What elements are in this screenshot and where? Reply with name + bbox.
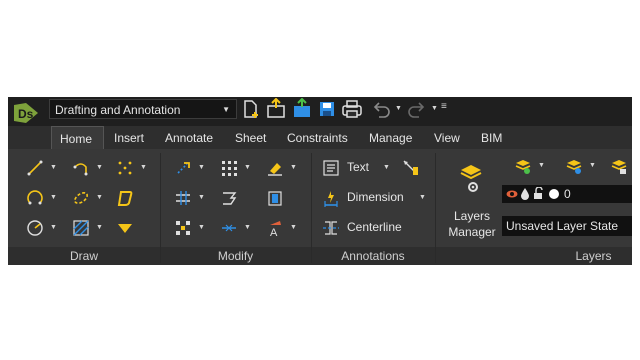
join-icon[interactable] (220, 219, 238, 237)
fillet-icon[interactable] (220, 189, 238, 207)
tab-annotate[interactable]: Annotate (165, 126, 213, 149)
tab-insert[interactable]: Insert (114, 126, 144, 149)
tab-home[interactable]: Home (51, 126, 104, 149)
layer-thaw-icon[interactable] (520, 187, 530, 200)
match-properties-icon[interactable]: A (266, 219, 284, 237)
explode-dropdown-icon[interactable]: ▼ (198, 224, 206, 232)
arc-dropdown-icon[interactable]: ▼ (50, 194, 58, 202)
layer-unlock-icon[interactable] (533, 187, 545, 200)
centerline-button-label[interactable]: Centerline (347, 220, 402, 234)
svg-text:A: A (270, 227, 278, 237)
layers-manager-label-line1[interactable]: Layers (452, 209, 492, 223)
layers-manager-icon[interactable] (459, 163, 483, 195)
hatch-icon[interactable] (72, 219, 90, 237)
tab-manage[interactable]: Manage (369, 126, 412, 149)
svg-text:Ds: Ds (18, 107, 34, 121)
undo-dropdown-icon[interactable]: ▼ (395, 105, 403, 113)
save-icon[interactable] (316, 98, 338, 120)
layer-color-icon (549, 189, 559, 199)
panel-label-annotations: Annotations (341, 249, 405, 263)
print-icon[interactable] (340, 98, 364, 120)
move-icon[interactable] (174, 159, 192, 177)
layer-previous-dropdown-icon[interactable]: ▼ (538, 162, 546, 170)
panel-label-draw: Draw (69, 249, 98, 263)
stretch-icon[interactable] (266, 189, 284, 207)
ribbon-tabs: Home Insert Annotate Sheet Constraints M… (8, 126, 632, 149)
undo-icon[interactable] (370, 98, 392, 120)
layer-visible-icon[interactable] (506, 188, 518, 200)
workspace-dropdown[interactable]: Drafting and Annotation ▼ (49, 99, 237, 119)
dimension-icon[interactable] (322, 189, 340, 207)
new-file-icon[interactable] (241, 98, 261, 120)
polyline-icon[interactable] (72, 159, 90, 177)
layers-manager-label-line2[interactable]: Manager (446, 225, 498, 239)
layer-isolate-icon[interactable] (565, 157, 583, 175)
erase-dropdown-icon[interactable]: ▼ (290, 164, 298, 172)
layer-lock-icon[interactable] (610, 157, 628, 175)
open-web-icon[interactable] (291, 98, 313, 120)
tab-view[interactable]: View (434, 126, 460, 149)
line-icon[interactable] (26, 159, 44, 177)
ellipse-dropdown-icon[interactable]: ▼ (96, 194, 104, 202)
redo-dropdown-icon[interactable]: ▼ (431, 105, 439, 113)
layer-state-dropdown[interactable]: Unsaved Layer State (502, 216, 632, 236)
ellipse-icon[interactable] (72, 189, 90, 207)
trim-dropdown-icon[interactable]: ▼ (198, 194, 206, 202)
dimension-button-label[interactable]: Dimension (347, 190, 404, 204)
point-dropdown-icon[interactable]: ▼ (140, 164, 148, 172)
layer-previous-icon[interactable] (514, 157, 532, 175)
tab-sheet[interactable]: Sheet (235, 126, 266, 149)
hatch-dropdown-icon[interactable]: ▼ (96, 224, 104, 232)
wipeout-icon[interactable] (116, 219, 134, 237)
array-icon[interactable] (220, 159, 238, 177)
join-dropdown-icon[interactable]: ▼ (244, 224, 252, 232)
dimension-dropdown-icon[interactable]: ▼ (419, 194, 427, 202)
layer-dropdown[interactable]: 0 (502, 185, 632, 203)
array-dropdown-icon[interactable]: ▼ (244, 164, 252, 172)
title-bar: Ds Drafting and Annotation ▼ ▼ ▼ ≡ (8, 97, 632, 126)
layer-isolate-dropdown-icon[interactable]: ▼ (589, 162, 597, 170)
text-icon[interactable] (322, 159, 340, 177)
customize-toolbar-icon[interactable]: ≡ (441, 102, 449, 112)
open-file-icon[interactable] (265, 98, 287, 120)
move-dropdown-icon[interactable]: ▼ (198, 164, 206, 172)
circle-dropdown-icon[interactable]: ▼ (50, 224, 58, 232)
tab-bim[interactable]: BIM (481, 126, 502, 149)
leader-icon[interactable] (402, 159, 420, 177)
circle-icon[interactable] (26, 219, 44, 237)
match-properties-dropdown-icon[interactable]: ▼ (290, 224, 298, 232)
point-icon[interactable] (116, 159, 134, 177)
explode-icon[interactable] (174, 219, 192, 237)
tab-constraints[interactable]: Constraints (287, 126, 348, 149)
text-dropdown-icon[interactable]: ▼ (383, 164, 391, 172)
panel-label-layers: Layers (575, 249, 612, 263)
text-button-label[interactable]: Text (347, 160, 369, 174)
chevron-down-icon: ▼ (222, 105, 230, 114)
trim-icon[interactable] (174, 189, 192, 207)
app-logo: Ds (14, 103, 38, 123)
erase-icon[interactable] (266, 159, 284, 177)
polyline-dropdown-icon[interactable]: ▼ (96, 164, 104, 172)
current-layer-name: 0 (564, 187, 571, 201)
cad-window: Ds Drafting and Annotation ▼ ▼ ▼ ≡ Home … (8, 97, 632, 265)
ribbon: ▼ ▼ ▼ ▼ ▼ ▼ ▼ Draw ▼ ▼ ▼ ▼ ▼ ▼ A ▼ Modif… (8, 149, 632, 265)
workspace-label: Drafting and Annotation (55, 103, 181, 117)
panel-label-modify: Modify (217, 249, 254, 263)
line-dropdown-icon[interactable]: ▼ (50, 164, 58, 172)
region-icon[interactable] (116, 189, 134, 207)
arc-icon[interactable] (26, 189, 44, 207)
centerline-icon[interactable] (322, 219, 340, 237)
redo-icon[interactable] (406, 98, 428, 120)
